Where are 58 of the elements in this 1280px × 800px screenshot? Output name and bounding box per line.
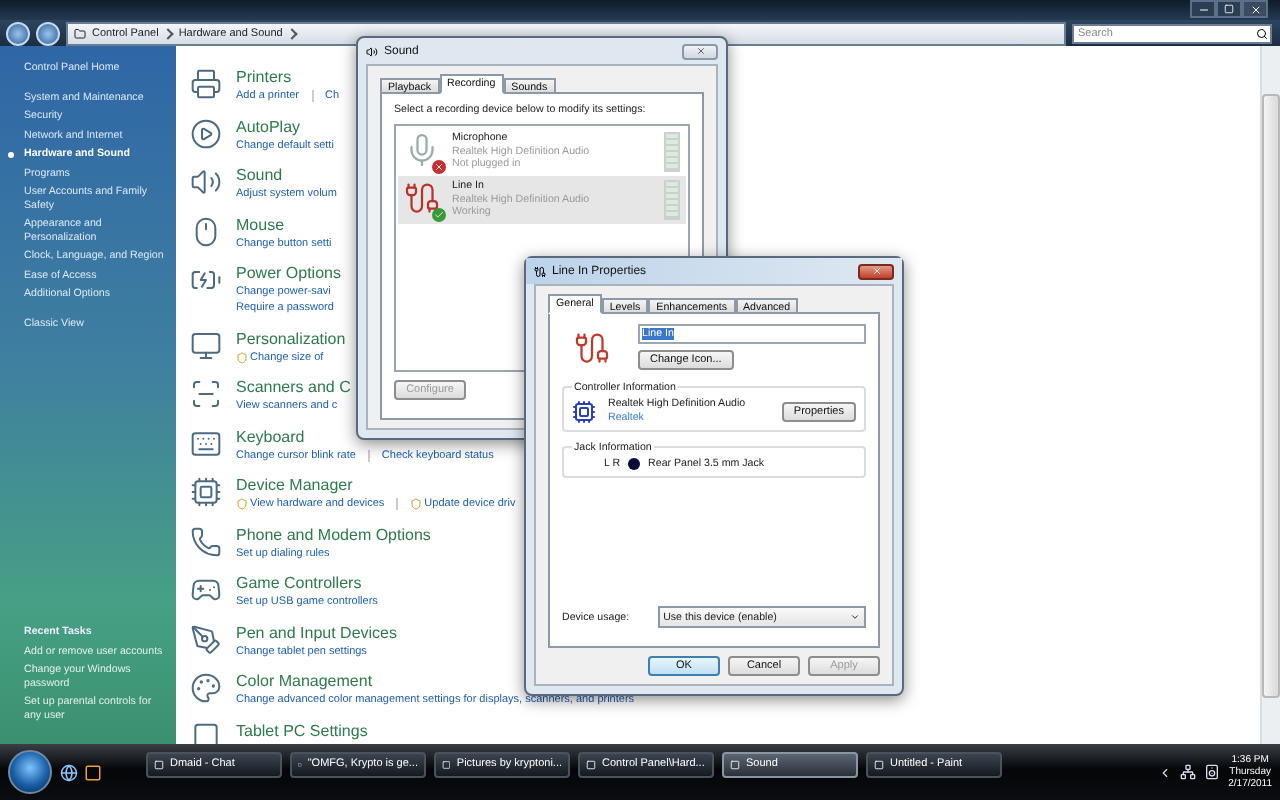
category-title[interactable]: Scanners and C <box>236 378 351 398</box>
chevron-left-icon[interactable] <box>1158 765 1173 779</box>
bullet-icon <box>8 152 14 158</box>
search-icon <box>1256 27 1268 39</box>
speaker-icon <box>190 166 222 198</box>
gamepad-icon <box>190 574 222 606</box>
minus-icon <box>1197 3 1209 15</box>
cable-icon <box>574 329 610 365</box>
category-title[interactable]: Phone and Modem Options <box>236 525 431 545</box>
shield-icon <box>236 498 248 510</box>
media-icon[interactable] <box>84 763 102 781</box>
close-button[interactable] <box>1242 0 1268 18</box>
back-button[interactable] <box>6 21 30 45</box>
forward-button[interactable] <box>36 21 60 45</box>
chip-icon <box>572 399 596 423</box>
globe-icon[interactable] <box>60 763 78 781</box>
category-title[interactable]: Personalization <box>236 329 346 349</box>
caret-icon <box>850 612 860 622</box>
play-icon <box>190 117 222 149</box>
category-title[interactable]: Pen and Input Devices <box>236 623 397 643</box>
chevron-icon <box>286 27 299 39</box>
shield-icon <box>410 498 423 510</box>
mouse-icon <box>190 215 222 247</box>
keyboard-icon <box>190 427 222 459</box>
speaker-icon[interactable] <box>1204 764 1221 780</box>
category-title[interactable]: Mouse <box>236 215 332 235</box>
speaker-icon <box>366 45 378 57</box>
shield-icon <box>236 351 248 363</box>
category-title[interactable]: Device Manager <box>236 476 516 496</box>
category-title[interactable]: Sound <box>236 166 337 186</box>
phone-icon <box>190 525 222 557</box>
printer-icon <box>190 68 222 100</box>
scanner-icon <box>190 378 222 410</box>
microphone-icon <box>404 132 440 168</box>
category-title[interactable]: AutoPlay <box>236 117 334 137</box>
folder-icon <box>74 27 86 39</box>
monitor-icon <box>190 329 222 361</box>
chip-icon <box>190 476 222 508</box>
category-title[interactable]: Game Controllers <box>236 574 378 594</box>
pen-icon <box>190 623 222 655</box>
close-icon <box>1249 3 1261 15</box>
category-title[interactable]: Tablet PC Settings <box>236 721 368 741</box>
palette-icon <box>190 672 222 704</box>
tablet-icon <box>190 721 222 744</box>
scrollbar[interactable] <box>1260 46 1280 744</box>
maximize-button[interactable] <box>1216 0 1242 18</box>
cable-icon <box>404 180 440 216</box>
network-icon[interactable] <box>1180 764 1197 780</box>
level-meter <box>664 132 680 172</box>
level-meter <box>664 180 680 220</box>
category-title[interactable]: Power Options <box>236 264 341 284</box>
close-button[interactable] <box>858 263 894 279</box>
cable-icon <box>534 265 546 277</box>
square-icon <box>1224 4 1234 14</box>
start-button[interactable] <box>8 750 52 794</box>
chevron-icon <box>163 27 175 39</box>
category-title[interactable]: Printers <box>236 68 340 88</box>
minimize-button[interactable] <box>1190 0 1216 18</box>
